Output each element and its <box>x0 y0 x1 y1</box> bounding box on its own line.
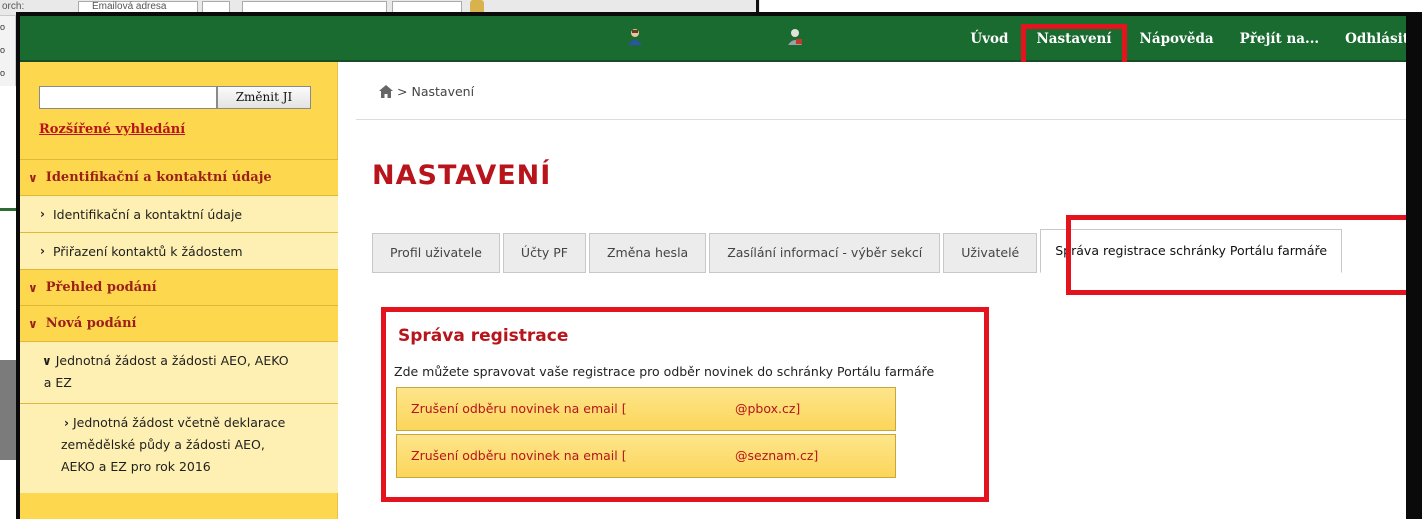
chevron-right-icon: › <box>40 244 45 258</box>
sidebar-subitem-jednotna-zadost-2016[interactable]: › Jednotná žádost včetně deklarace zeměd… <box>20 403 338 493</box>
bg-email-placeholder: Emailová adresa <box>92 1 167 12</box>
chevron-down-icon: ∨ <box>28 280 38 295</box>
tab-uzivatele[interactable]: Uživatelé <box>943 233 1038 273</box>
sidebar-item-nova-podani[interactable]: ∨ Nová podání <box>20 305 338 341</box>
main-content: > Nastavení NASTAVENÍ Profil uživatele Ú… <box>338 62 1418 519</box>
chevron-right-icon: › <box>64 416 69 430</box>
breadcrumb: > Nastavení <box>379 84 474 99</box>
sidebar-item-identifikacni[interactable]: ∨ Identifikační a kontaktní údaje <box>20 159 338 195</box>
ji-search-input[interactable] <box>39 86 217 109</box>
unsubscribe-pbox-button[interactable]: Zrušení odběru novinek na email [ @pbox.… <box>396 387 896 431</box>
bg-list-item: o <box>0 22 6 32</box>
unsubscribe-label: Zrušení odběru novinek na email [ <box>411 448 627 463</box>
tab-highlight-annotation <box>1066 215 1412 295</box>
sidebar-subitem-identifikacni[interactable]: › Identifikační a kontaktní údaje <box>20 195 338 232</box>
registration-section: Správa registrace Zde můžete spravovat v… <box>381 307 989 502</box>
window-border <box>1406 12 1422 519</box>
nav-uvod[interactable]: Úvod <box>957 16 1021 62</box>
unsubscribe-label: Zrušení odběru novinek na email [ <box>411 401 627 416</box>
main-nav: Úvod Nastavení Nápověda Přejít na... Odh… <box>957 16 1418 78</box>
nav-napoveda[interactable]: Nápověda <box>1127 16 1227 62</box>
breadcrumb-separator: > <box>397 84 408 99</box>
chevron-down-icon: ∨ <box>28 170 38 185</box>
tab-profil-uzivatele[interactable]: Profil uživatele <box>372 233 500 273</box>
unsubscribe-email: @pbox.cz] <box>735 401 801 416</box>
bg-left-list: o o o <box>0 16 16 86</box>
sidebar-item-label: Identifikační a kontaktní údaje <box>52 206 243 222</box>
breadcrumb-current: Nastavení <box>411 84 475 99</box>
top-header: Úvod Nastavení Nápověda Přejít na... Odh… <box>20 16 1418 78</box>
nav-prejit-na[interactable]: Přejít na... <box>1227 16 1332 62</box>
sidebar-item-label: Identifikační a kontaktní údaje <box>45 170 272 185</box>
divider <box>356 119 1418 120</box>
unsubscribe-seznam-button[interactable]: Zrušení odběru novinek na email [ @sezna… <box>396 434 896 478</box>
unsubscribe-email: @seznam.cz] <box>735 448 819 463</box>
advanced-search-link[interactable]: Rozšířené vyhledání <box>39 122 185 137</box>
chevron-down-icon: ∨ <box>42 354 52 368</box>
home-icon[interactable] <box>379 85 393 98</box>
sidebar-item-label: Jednotná žádost včetně deklarace zeměděl… <box>60 415 286 474</box>
sidebar: Změnit JI Rozšířené vyhledání ∨ Identifi… <box>20 62 338 519</box>
bg-label-fragment: orch: <box>2 1 25 12</box>
chevron-down-icon: ∨ <box>28 316 38 331</box>
sidebar-item-label: Jednotná žádost a žádosti AEO, AEKO a EZ <box>43 353 289 390</box>
section-title: Správa registrace <box>398 326 569 346</box>
sidebar-item-prehled-podani[interactable]: ∨ Přehled podání <box>20 269 338 305</box>
sidebar-subitem-jednotna-zadost[interactable]: ∨ Jednotná žádost a žádosti AEO, AEKO a … <box>20 341 338 403</box>
sidebar-item-label: Přiřazení kontaktů k žádostem <box>52 243 243 259</box>
user-settings-icon[interactable] <box>786 28 804 46</box>
sidebar-subitem-prirazeni[interactable]: › Přiřazení kontaktů k žádostem <box>20 232 338 269</box>
tab-zmena-hesla[interactable]: Změna hesla <box>588 233 707 273</box>
bg-list-item: o <box>0 45 6 55</box>
portal-window: Úvod Nastavení Nápověda Přejít na... Odh… <box>16 12 1422 519</box>
sidebar-item-label: Přehled podání <box>45 280 157 295</box>
bg-list-item: o <box>0 68 6 78</box>
user-icon[interactable] <box>626 28 644 46</box>
tab-ucty-pf[interactable]: Účty PF <box>502 233 586 273</box>
change-ji-button[interactable]: Změnit JI <box>217 86 311 109</box>
bg-panel <box>0 360 16 460</box>
bg-divider <box>756 0 759 12</box>
sidebar-item-label: Nová podání <box>45 316 137 331</box>
page-title: NASTAVENÍ <box>372 160 552 191</box>
section-description: Zde můžete spravovat vaše registrace pro… <box>394 364 935 379</box>
bg-divider <box>0 208 16 211</box>
tab-zasilani-informaci[interactable]: Zasílání informací - výběr sekcí <box>709 233 941 273</box>
chevron-right-icon: › <box>40 207 45 221</box>
